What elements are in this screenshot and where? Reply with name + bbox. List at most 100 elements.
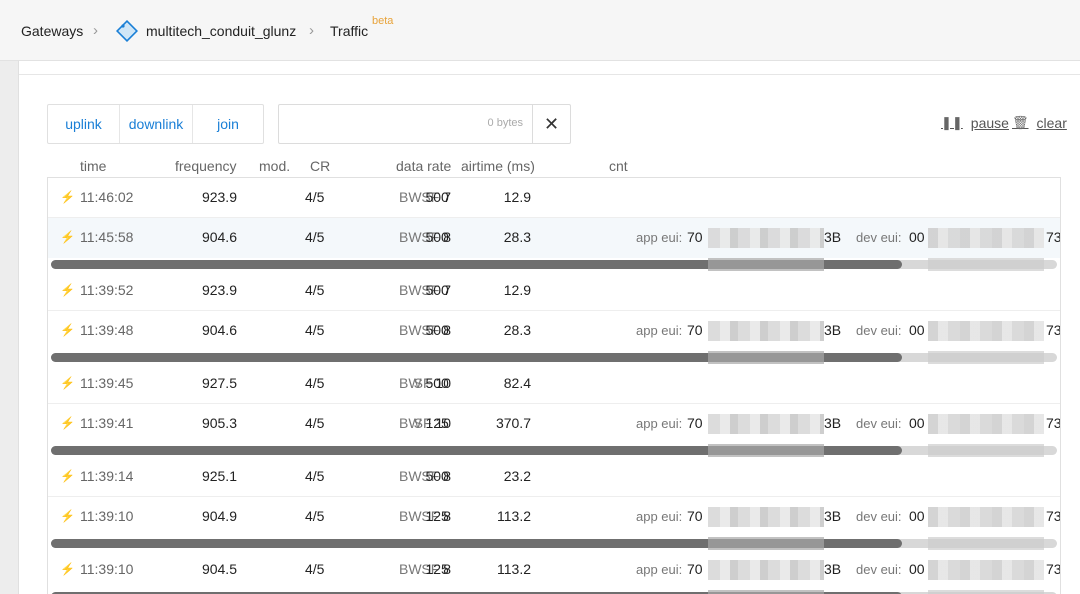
redacted-band — [708, 258, 824, 271]
redacted-band — [708, 444, 824, 457]
app-eui-start: 70 — [687, 415, 703, 431]
breadcrumb-gateway[interactable]: multitech_conduit_glunz — [146, 0, 296, 61]
horizontal-scrollbar[interactable] — [48, 258, 1060, 271]
bw-value: 500 — [425, 282, 449, 298]
redacted-band — [708, 590, 824, 594]
downlink-bolt-icon: ⚡ — [60, 230, 75, 244]
table-row[interactable]: ⚡ 11:39:48 904.6 4/5 SF 8 BW 500 28.3 app eui: 7… — [48, 311, 1060, 351]
app-eui-end: 3B — [824, 415, 842, 431]
row-time: 11:39:14 — [80, 468, 134, 484]
app-eui-start: 70 — [687, 508, 703, 524]
dev-eui-label: dev eui: — [856, 562, 902, 577]
row-bw: BW 500 — [399, 282, 449, 298]
pause-button[interactable]: ❚❚ pause — [941, 115, 1009, 131]
clear-button[interactable]: 🗑 clear — [1012, 115, 1067, 131]
table-row[interactable]: ⚡ 11:39:45 927.5 4/5 SF 10 BW 500 82.4 — [48, 364, 1060, 404]
horizontal-scrollbar[interactable] — [48, 351, 1060, 364]
tab-downlink[interactable]: downlink — [119, 105, 192, 143]
row-airtime: 113.2 — [497, 508, 531, 524]
row-bw: BW 125 — [399, 561, 449, 577]
row-cr: 4/5 — [305, 375, 325, 391]
gateway-icon — [116, 20, 138, 42]
redacted-band — [928, 537, 1044, 550]
app-eui-end: 3B — [824, 229, 842, 245]
bw-value: 125 — [425, 508, 449, 524]
horizontal-scrollbar[interactable] — [48, 537, 1060, 550]
app-eui-start: 70 — [687, 561, 703, 577]
row-time: 11:39:52 — [80, 282, 134, 298]
bw-label: BW — [399, 189, 422, 205]
payload-filter-input[interactable]: 0 bytes ✕ — [278, 104, 571, 144]
app-eui-redacted — [708, 507, 824, 527]
row-cr: 4/5 — [305, 229, 325, 245]
table-row[interactable]: ⚡ 11:39:14 925.1 4/5 SF 8 BW 500 23.2 — [48, 457, 1060, 497]
app-eui-label: app eui: — [636, 509, 683, 524]
dev-eui-end: 73 — [1046, 415, 1061, 431]
top-bar: Gateways › multitech_conduit_glunz › Tra… — [0, 0, 1080, 61]
row-airtime: 113.2 — [497, 561, 531, 577]
chevron-right-icon: › — [93, 22, 98, 39]
row-airtime: 28.3 — [503, 229, 531, 245]
left-strip — [0, 61, 19, 594]
row-airtime: 23.2 — [503, 468, 531, 484]
dev-eui-label: dev eui: — [856, 323, 902, 338]
pause-label: pause — [970, 115, 1009, 131]
traffic-table: ⚡ 11:46:02 923.9 4/5 SF 7 BW 500 12.9 ⚡ 11:45:58… — [47, 177, 1061, 594]
table-row[interactable]: ⚡ 11:39:10 904.9 4/5 SF 8 BW 125 113.2 app eui:… — [48, 497, 1060, 537]
row-cr: 4/5 — [305, 415, 325, 431]
dev-eui-redacted — [928, 414, 1044, 434]
bw-label: BW — [399, 375, 422, 391]
app-eui-redacted — [708, 321, 824, 341]
bw-label: BW — [399, 322, 422, 338]
row-bw: BW 125 — [399, 415, 449, 431]
redacted-band — [928, 351, 1044, 364]
clear-label: clear — [1036, 115, 1067, 131]
pause-icon: ❚❚ — [941, 115, 963, 130]
row-airtime: 28.3 — [503, 322, 531, 338]
table-row[interactable]: ⚡ 11:39:52 923.9 4/5 SF 7 BW 500 12.9 — [48, 271, 1060, 311]
trash-icon: 🗑 — [1012, 115, 1029, 130]
bw-value: 500 — [425, 322, 449, 338]
bw-label: BW — [399, 468, 422, 484]
close-icon[interactable]: ✕ — [532, 105, 570, 143]
table-row[interactable]: ⚡ 11:46:02 923.9 4/5 SF 7 BW 500 12.9 — [48, 178, 1060, 218]
row-frequency: 923.9 — [201, 282, 237, 298]
row-frequency: 905.3 — [201, 415, 237, 431]
bw-value: 500 — [425, 468, 449, 484]
row-airtime: 12.9 — [503, 189, 531, 205]
horizontal-scrollbar[interactable] — [48, 444, 1060, 457]
bw-label: BW — [399, 561, 422, 577]
dev-eui-start: 00 — [909, 508, 925, 524]
row-bw: BW 500 — [399, 322, 449, 338]
downlink-bolt-icon: ⚡ — [60, 416, 75, 430]
app-eui-start: 70 — [687, 229, 703, 245]
table-row[interactable]: ⚡ 11:39:41 905.3 4/5 SF 10 BW 125 370.7 app eui… — [48, 404, 1060, 444]
dev-eui-start: 00 — [909, 415, 925, 431]
row-cr: 4/5 — [305, 189, 325, 205]
bytes-counter: 0 bytes — [487, 117, 523, 129]
redacted-band — [708, 537, 824, 550]
row-cr: 4/5 — [305, 561, 325, 577]
table-row[interactable]: ⚡ 11:45:58 904.6 4/5 SF 8 BW 500 28.3 app eui: 7… — [48, 218, 1060, 258]
row-frequency: 925.1 — [201, 468, 237, 484]
dev-eui-label: dev eui: — [856, 416, 902, 431]
col-data-rate: data rate — [396, 158, 452, 174]
bw-label: BW — [399, 282, 422, 298]
dev-eui-redacted — [928, 507, 1044, 527]
dev-eui-start: 00 — [909, 561, 925, 577]
breadcrumb-gateways[interactable]: Gateways — [21, 0, 83, 61]
table-row[interactable]: ⚡ 11:39:10 904.5 4/5 SF 8 BW 125 113.2 app eui:… — [48, 550, 1060, 590]
tab-join[interactable]: join — [192, 105, 263, 143]
horizontal-scrollbar[interactable] — [48, 590, 1060, 594]
bw-label: BW — [399, 508, 422, 524]
app-eui-label: app eui: — [636, 230, 683, 245]
row-time: 11:45:58 — [80, 229, 134, 245]
row-time: 11:39:41 — [80, 415, 134, 431]
row-bw: BW 500 — [399, 229, 449, 245]
row-cr: 4/5 — [305, 508, 325, 524]
tab-uplink[interactable]: uplink — [48, 105, 119, 143]
bw-value: 500 — [425, 189, 449, 205]
dev-eui-end: 73 — [1046, 508, 1061, 524]
uplink-bolt-icon: ⚡ — [60, 190, 75, 204]
col-cnt: cnt — [609, 158, 628, 174]
